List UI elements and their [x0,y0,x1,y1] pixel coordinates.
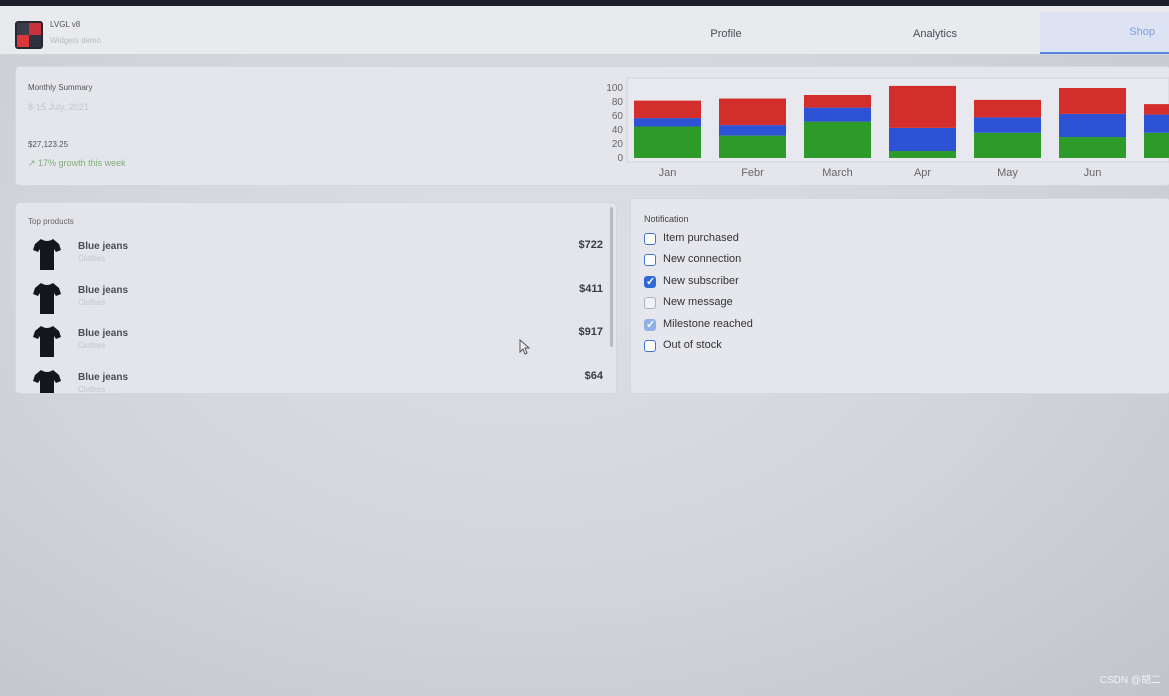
bar-segment [634,100,701,119]
monthly-stacked-bar-chart: 100806040200JanFebrMarchAprMayJunJul [606,77,1169,179]
bar-segment [719,135,786,158]
product-category: Clothes [78,341,106,350]
tab-analytics[interactable]: Analytics [832,12,1038,54]
checkbox-label: New subscriber [663,275,739,287]
app-header: LVGL v8 Widgets demo Profile Analytics S… [0,6,1169,55]
y-tick-label: 60 [612,111,624,122]
product-category: Clothes [78,298,106,307]
summary-title: Monthly Summary [28,83,93,92]
tshirt-icon [33,239,61,270]
y-tick-label: 100 [606,83,623,94]
checkbox[interactable]: ✓ [644,319,656,331]
x-tick-label: Jan [659,167,677,179]
x-tick-label: Jun [1084,167,1102,179]
product-row[interactable]: Blue jeans Clothes $64 [28,366,603,394]
product-category: Clothes [78,254,106,263]
bar-segment [719,98,786,126]
x-tick-label: Apr [914,167,931,179]
bar-segment [974,132,1041,158]
notification-card: Notification Item purchased New connecti… [630,198,1169,394]
watermark: CSDN @胡二 [1099,675,1161,686]
summary-growth: ↗ 17% growth this week [28,158,126,168]
product-row[interactable]: Blue jeans Clothes $722 [28,235,603,275]
checkmark-icon: ✓ [646,319,656,331]
checkbox-label: Item purchased [663,232,739,244]
checkbox-label: New message [663,296,733,308]
checkbox[interactable] [644,340,656,352]
product-row[interactable]: Blue jeans Clothes $411 [28,279,603,319]
product-name: Blue jeans [78,372,129,383]
bar-segment [1059,113,1126,137]
bar-segment [1059,137,1126,158]
tshirt-icon [33,283,61,314]
product-price: $722 [578,239,603,251]
checkbox-label: New connection [663,253,742,265]
product-name: Blue jeans [78,285,129,296]
checkbox[interactable]: ✓ [644,276,656,288]
summary-date: 8-15 July, 2021 [28,102,89,112]
summary-amount: $27,123.25 [28,140,69,149]
tshirt-icon [33,370,61,393]
y-tick-label: 0 [617,153,623,164]
product-name: Blue jeans [78,328,129,339]
bar-segment [634,126,701,158]
tab-shop[interactable]: Shop [1040,12,1169,54]
bar-segment [1059,88,1126,114]
bar-segment [719,125,786,136]
mouse-cursor-icon [519,339,531,355]
products-title: Top products [28,217,74,226]
bar-segment [804,121,871,158]
bar-segment [804,95,871,108]
bar-segment [1144,132,1169,158]
checkbox[interactable] [644,233,656,245]
checkbox-label: Out of stock [663,339,722,351]
tshirt-icon [33,326,61,357]
y-tick-label: 40 [612,125,624,136]
checkbox[interactable] [644,254,656,266]
bar-segment [1144,114,1169,133]
lvgl-logo-icon [15,21,43,49]
y-tick-label: 80 [612,97,624,108]
notification-title: Notification [644,214,689,224]
top-products-card: Top products Blue jeans Clothes $722 Blu… [15,202,617,394]
x-tick-label: May [997,167,1018,179]
bar-segment [974,117,1041,133]
app-title: LVGL v8 [50,20,81,29]
checkbox-label: Milestone reached [663,318,753,330]
product-category: Clothes [78,385,106,394]
checkbox[interactable] [644,297,656,309]
checkmark-icon: ✓ [646,276,656,288]
product-price: $917 [578,326,603,338]
bar-segment [889,127,956,151]
bar-segment [889,85,956,128]
x-tick-label: March [822,167,853,179]
x-tick-label: Febr [741,167,764,179]
bar-segment [889,151,956,158]
tab-profile[interactable]: Profile [620,12,832,54]
products-scrollbar[interactable] [610,207,613,347]
y-tick-label: 20 [612,139,624,150]
bar-segment [804,107,871,122]
product-row[interactable]: Blue jeans Clothes $917 [28,322,603,362]
bar-segment [634,118,701,127]
bar-segment [1144,104,1169,115]
bar-segment [974,99,1041,118]
product-price: $411 [579,283,603,295]
product-name: Blue jeans [78,241,129,252]
product-price: $64 [584,370,603,382]
app-subtitle: Widgets demo [50,36,102,45]
